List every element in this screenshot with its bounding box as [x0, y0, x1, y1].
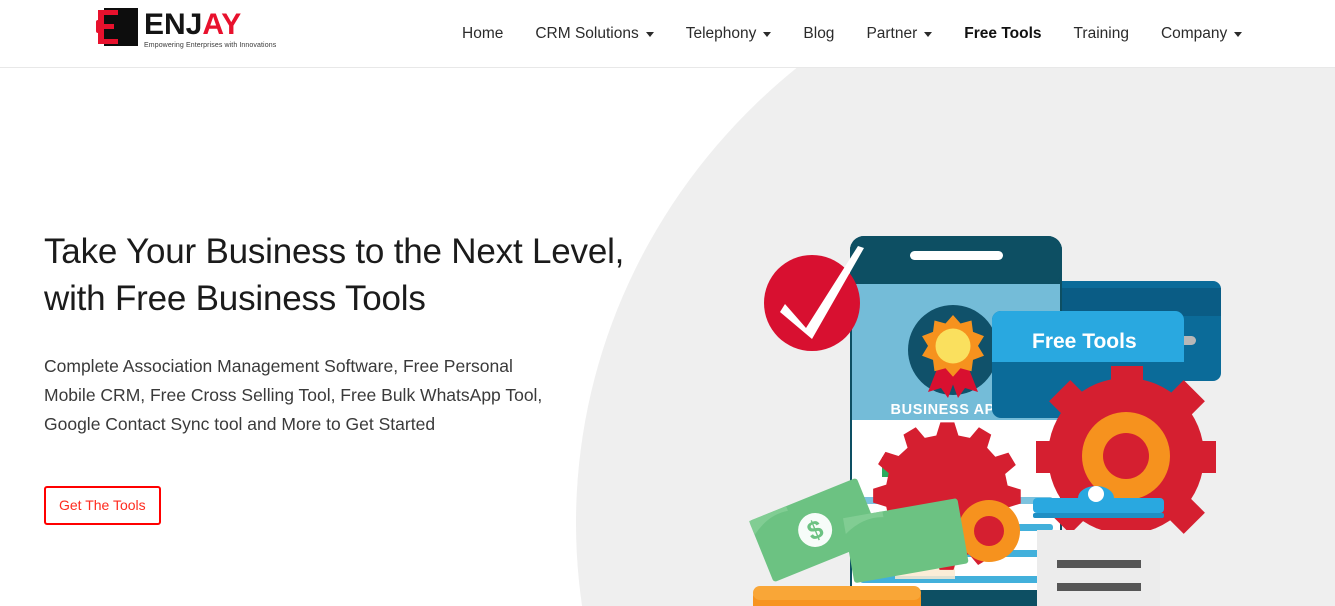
enjay-logo-icon: [96, 6, 142, 48]
nav-item-free-tools[interactable]: Free Tools: [964, 25, 1041, 43]
headline-line-1: Take Your Business to the Next Level,: [44, 232, 625, 271]
clipboard-graphic: [1033, 486, 1164, 606]
nav-label: Partner: [866, 25, 918, 42]
nav-item-training[interactable]: Training: [1074, 25, 1129, 43]
hero-section: Take Your Business to the Next Level, wi…: [0, 68, 1335, 606]
logo-word-dark: ENJ: [144, 8, 203, 41]
free-tools-card-label: Free Tools: [1032, 330, 1137, 353]
subhead-line-3: Google Contact Sync tool and More to Get…: [44, 414, 436, 434]
nav-label: Telephony: [685, 25, 757, 42]
nav-item-home[interactable]: Home: [462, 25, 503, 43]
nav-label: Training: [1073, 25, 1129, 42]
main-navigation: Home CRM Solutions Telephony Blog Partne…: [462, 0, 1243, 68]
chevron-down-icon[interactable]: [645, 31, 654, 37]
nav-label: Free Tools: [964, 25, 1042, 42]
site-logo[interactable]: ENJAY Empowering Enterprises with Innova…: [96, 6, 276, 52]
nav-label: CRM Solutions: [535, 25, 639, 42]
subhead-line-2: Mobile CRM, Free Cross Selling Tool, Fre…: [44, 385, 543, 405]
nav-item-crm-solutions[interactable]: CRM Solutions: [535, 25, 654, 43]
site-header: ENJAY Empowering Enterprises with Innova…: [0, 0, 1335, 68]
nav-item-company[interactable]: Company: [1160, 25, 1243, 43]
chevron-down-icon[interactable]: [763, 31, 772, 37]
hero-headline: Take Your Business to the Next Level, wi…: [44, 228, 684, 322]
chevron-down-icon[interactable]: [924, 31, 933, 37]
logo-text-block: ENJAY Empowering Enterprises with Innova…: [144, 6, 277, 50]
headline-line-2: with Free Business Tools: [44, 279, 426, 318]
logo-word-red: AY: [202, 8, 242, 41]
nav-item-blog[interactable]: Blog: [803, 25, 834, 43]
subhead-line-1: Complete Association Management Software…: [44, 356, 513, 376]
hero-subheadline: Complete Association Management Software…: [44, 352, 684, 439]
get-the-tools-button[interactable]: Get The Tools: [44, 486, 161, 525]
logo-tagline: Empowering Enterprises with Innovations: [144, 42, 277, 49]
check-badge-icon: [764, 246, 864, 351]
hero-illustration: BUSINESS APPS Free Tools $: [740, 168, 1300, 606]
nav-item-telephony[interactable]: Telephony: [686, 25, 772, 43]
hero-text-block: Take Your Business to the Next Level, wi…: [44, 228, 684, 525]
page-root: ENJAY Empowering Enterprises with Innova…: [0, 0, 1335, 606]
logo-wordmark: ENJAY: [144, 6, 276, 40]
nav-item-partner[interactable]: Partner: [866, 25, 933, 43]
nav-label: Blog: [803, 25, 835, 42]
nav-label: Company: [1160, 25, 1228, 42]
nav-label: Home: [462, 25, 504, 42]
chevron-down-icon[interactable]: [1234, 31, 1243, 37]
